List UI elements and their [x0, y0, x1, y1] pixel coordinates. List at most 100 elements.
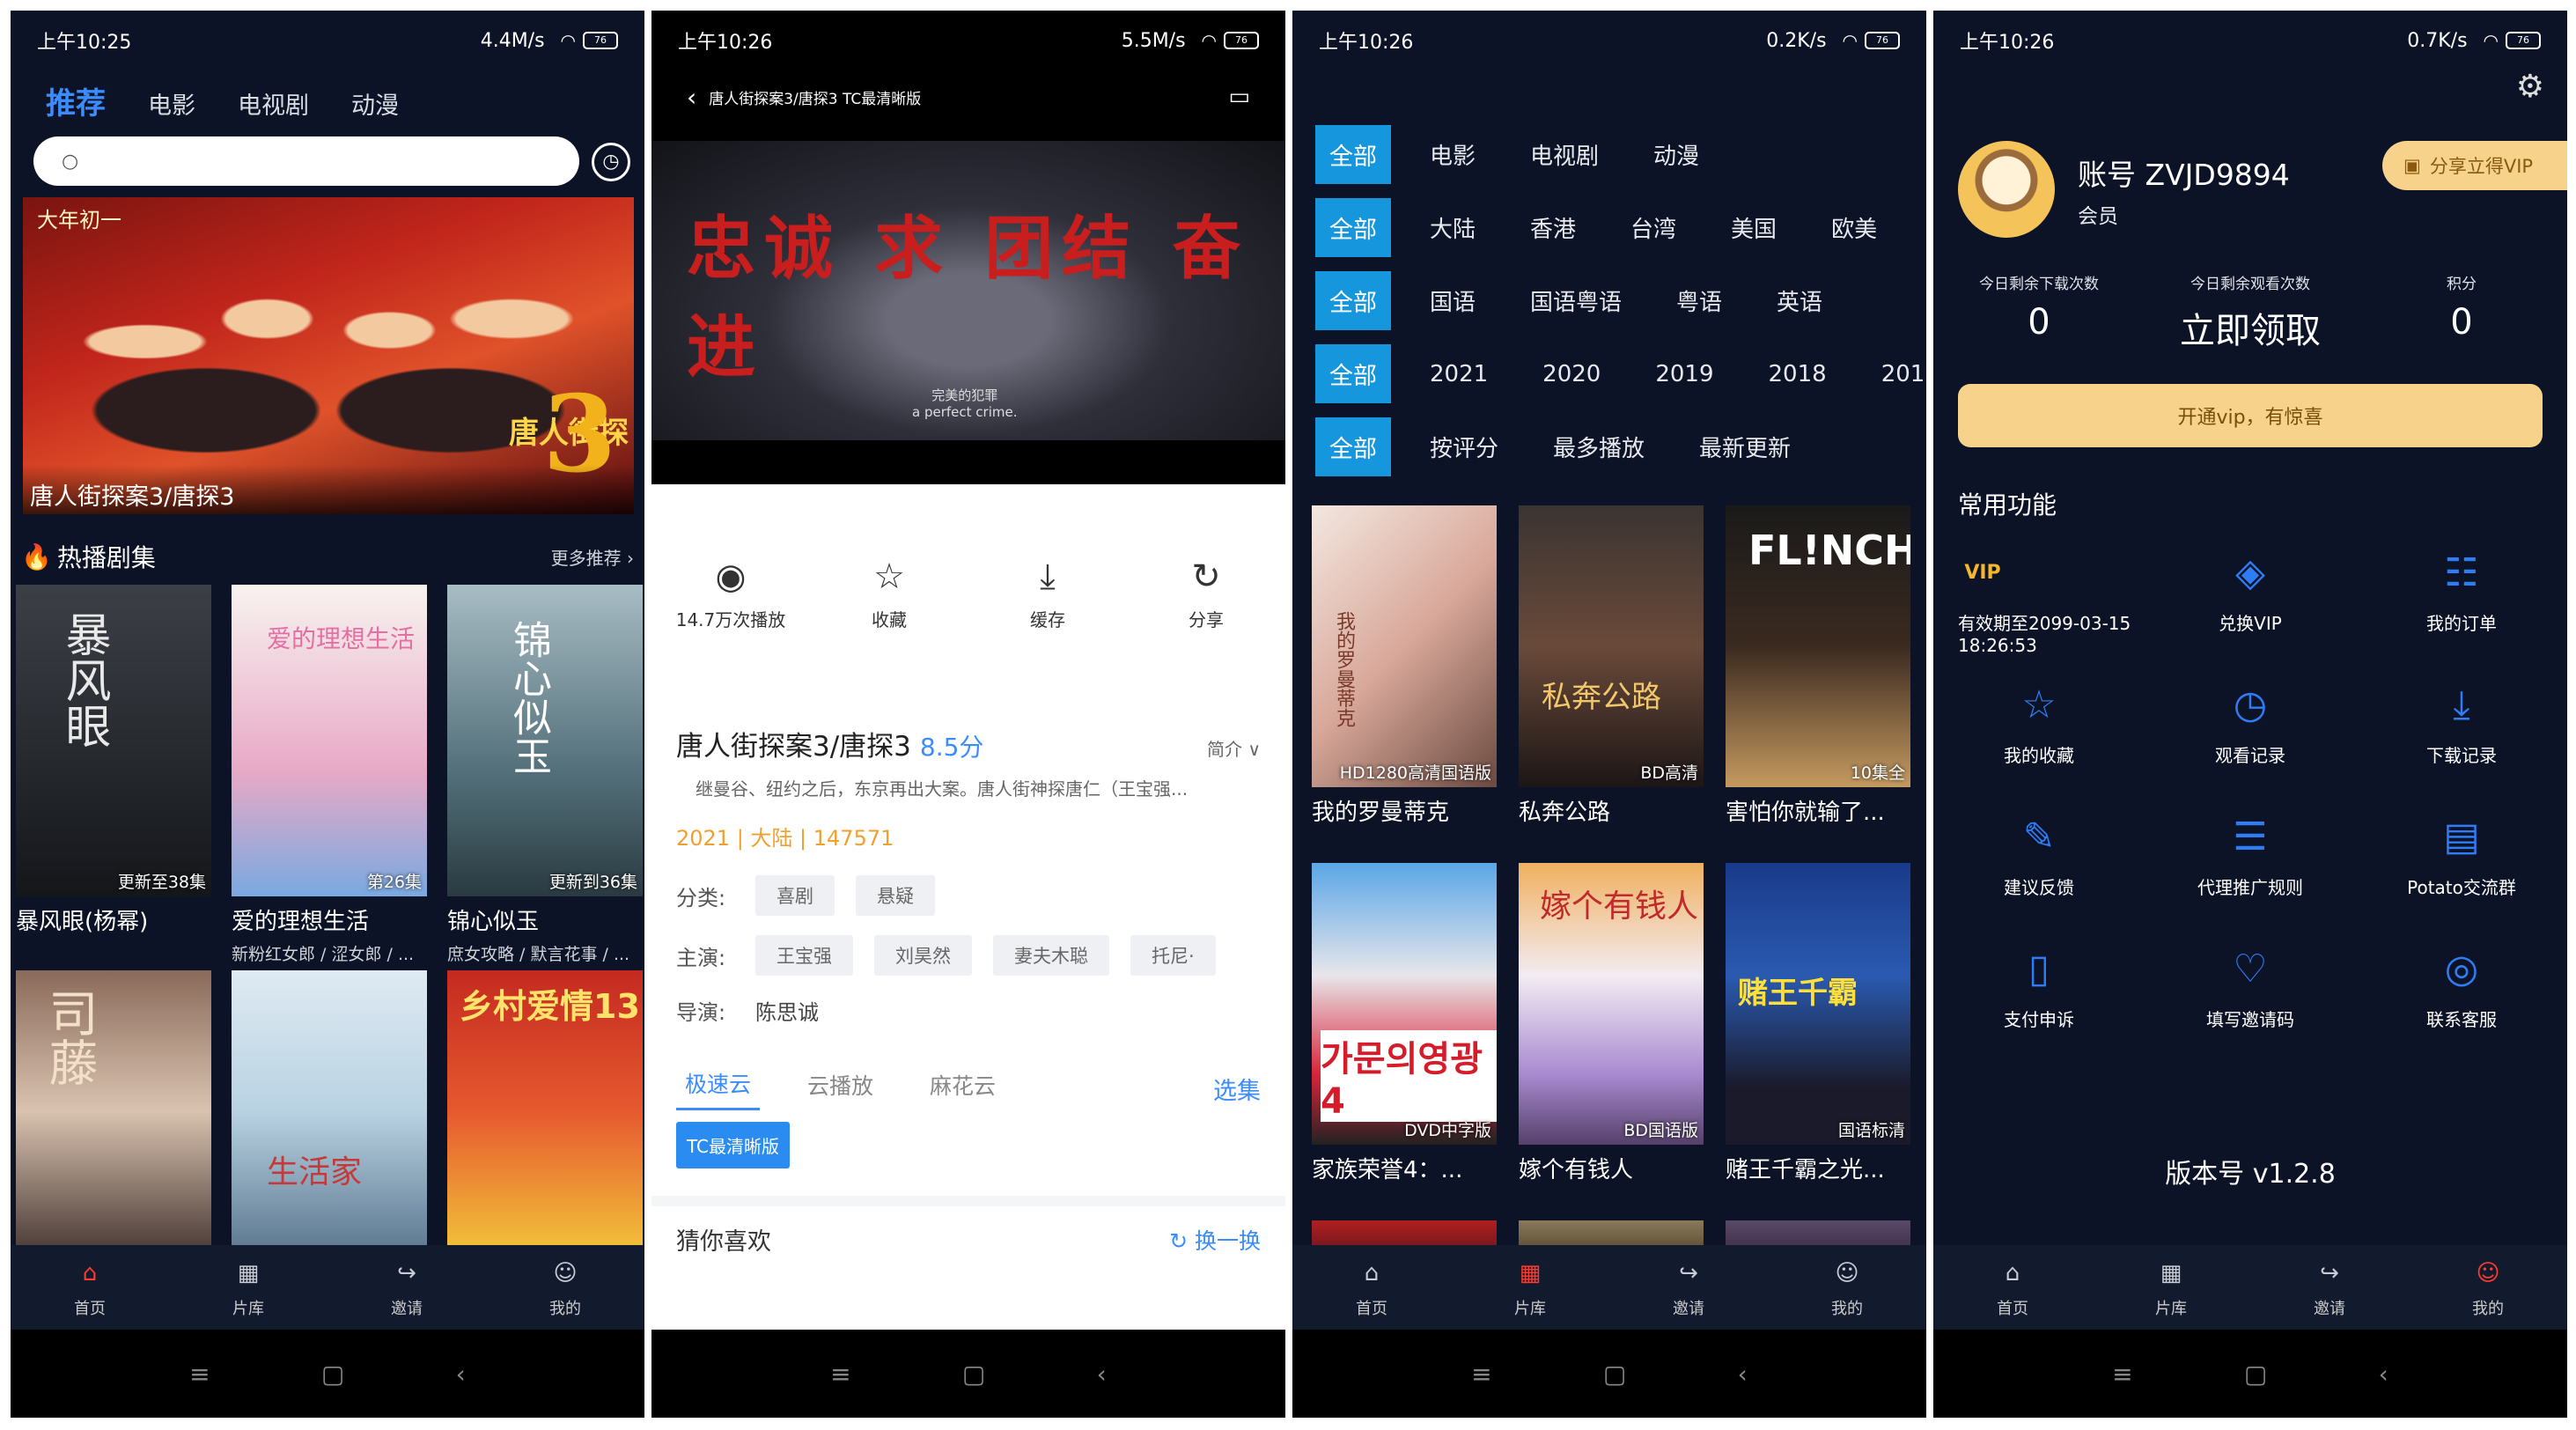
filter-option[interactable]: 电影 — [1430, 138, 1476, 171]
gear-icon[interactable]: ⚙ — [2516, 69, 2544, 105]
share-button[interactable]: ↻ 分享 — [1140, 557, 1272, 631]
cast-chip[interactable]: 托尼· — [1130, 935, 1216, 976]
history-clock-icon[interactable]: ◷ — [592, 143, 630, 181]
menu-icon[interactable]: ≡ — [830, 1360, 850, 1389]
cast-chip[interactable]: 妻夫木聪 — [993, 935, 1109, 976]
watch-history[interactable]: ◷ 观看记录 — [2145, 680, 2356, 812]
filter-option[interactable]: 最多播放 — [1553, 431, 1645, 463]
contact-support[interactable]: ◎ 联系客服 — [2356, 944, 2567, 1076]
filter-all[interactable]: 全部 — [1315, 417, 1391, 476]
agent-rules[interactable]: ☰ 代理推广规则 — [2145, 812, 2356, 944]
filter-option[interactable]: 英语 — [1777, 284, 1822, 317]
filter-all[interactable]: 全部 — [1315, 271, 1391, 330]
poster-card[interactable]: 我的罗曼蒂克 HD1280高清国语版 我的罗曼蒂克 — [1312, 505, 1497, 827]
filter-option[interactable]: 大陆 — [1430, 211, 1476, 244]
category-chip[interactable]: 悬疑 — [856, 875, 935, 916]
menu-icon[interactable]: ≡ — [189, 1360, 210, 1389]
tab-home[interactable]: ⌂ 首页 — [1292, 1245, 1451, 1330]
poster-card[interactable]: 赌王千霸 国语标清 赌王千霸之光... — [1726, 863, 1910, 1184]
filter-option[interactable]: 国语粤语 — [1530, 284, 1622, 317]
intro-toggle[interactable]: 简介 ∨ — [1207, 735, 1261, 761]
poster-card[interactable]: 私奔公路 BD高清 私奔公路 — [1519, 505, 1704, 827]
refresh-button[interactable]: ↻ 换一换 — [1169, 1224, 1261, 1256]
tab-mine[interactable]: ☺ 我的 — [486, 1245, 644, 1330]
filter-option[interactable]: 电视剧 — [1530, 138, 1599, 171]
feedback[interactable]: ✎ 建议反馈 — [1933, 812, 2145, 944]
source-tab[interactable]: 极速云 — [676, 1067, 761, 1110]
tab-recommend[interactable]: 推荐 — [46, 79, 106, 122]
video-player[interactable]: 忠诚 求 团结 奋进 完美的犯罪 a perfect crime. ‹ 唐人街探案… — [651, 70, 1285, 484]
filter-option[interactable]: 2019 — [1655, 361, 1713, 387]
poster-card[interactable]: 锦心似玉 更新到36集 锦心似玉 庶女攻略 / 默言花事 / ... — [447, 585, 643, 965]
featured-banner[interactable]: 大年初一 唐人街探 3 唐人街探案3/唐探3 — [23, 197, 634, 514]
filter-option[interactable]: 2020 — [1542, 361, 1601, 387]
avatar[interactable] — [1958, 141, 2055, 238]
tab-invite[interactable]: ↪ 邀请 — [2250, 1245, 2409, 1330]
my-orders[interactable]: ☷ 我的订单 — [2356, 548, 2567, 680]
home-square-icon[interactable]: ▢ — [1603, 1360, 1626, 1389]
filter-option[interactable]: 国语 — [1430, 284, 1476, 317]
filter-all[interactable]: 全部 — [1315, 198, 1391, 257]
episode-button[interactable]: TC最清晰版 — [676, 1122, 791, 1168]
open-vip-button[interactable]: 开通vip，有惊喜 — [1958, 384, 2543, 447]
filter-option[interactable]: 欧美 — [1831, 211, 1877, 244]
share-vip-button[interactable]: ▣ 分享立得VIP — [2382, 141, 2567, 190]
filter-option[interactable]: 动漫 — [1653, 138, 1699, 171]
filter-option[interactable]: 粤语 — [1676, 284, 1722, 317]
redeem-vip[interactable]: ◈ 兑换VIP — [2145, 548, 2356, 680]
category-chip[interactable]: 喜剧 — [755, 875, 835, 916]
menu-icon[interactable]: ≡ — [2112, 1360, 2132, 1389]
tab-library[interactable]: ▦ 片库 — [1451, 1245, 1609, 1330]
home-square-icon[interactable]: ▢ — [2244, 1360, 2267, 1389]
poster-card[interactable]: 爱的理想生活 第26集 爱的理想生活 新粉红女郎 / 涩女郎 / ... — [232, 585, 427, 965]
tab-invite[interactable]: ↪ 邀请 — [1609, 1245, 1768, 1330]
filter-option[interactable]: 2021 — [1430, 361, 1488, 387]
poster-card[interactable]: 乡村爱情13 — [447, 970, 643, 1252]
poster-card[interactable]: 司藤 — [16, 970, 211, 1252]
tab-home[interactable]: ⌂ 首页 — [11, 1245, 169, 1330]
filter-option[interactable]: 最新更新 — [1699, 431, 1791, 463]
filter-option[interactable]: 按评分 — [1430, 431, 1498, 463]
poster-card[interactable]: 가문의영광4 DVD中字版 家族荣誉4：... — [1312, 863, 1497, 1184]
back-icon[interactable]: ‹ — [2379, 1360, 2388, 1389]
tab-mine[interactable]: ☺ 我的 — [2409, 1245, 2567, 1330]
tab-library[interactable]: ▦ 片库 — [2092, 1245, 2250, 1330]
home-square-icon[interactable]: ▢ — [962, 1360, 985, 1389]
tab-invite[interactable]: ↪ 邀请 — [328, 1245, 486, 1330]
home-square-icon[interactable]: ▢ — [321, 1360, 344, 1389]
invite-code[interactable]: ♡ 填写邀请码 — [2145, 944, 2356, 1076]
tab-movie[interactable]: 电影 — [148, 86, 195, 121]
select-episode-button[interactable]: 选集 — [1213, 1072, 1261, 1106]
poster-card[interactable]: FL!NCH 10集全 害怕你就输了... — [1726, 505, 1910, 827]
favorite-button[interactable]: ☆ 收藏 — [823, 557, 955, 631]
back-icon[interactable]: ‹ — [1097, 1360, 1107, 1389]
download-history[interactable]: ⤓ 下载记录 — [2356, 680, 2567, 812]
tab-mine[interactable]: ☺ 我的 — [1768, 1245, 1926, 1330]
tab-tv[interactable]: 电视剧 — [238, 86, 309, 121]
vip-expiry[interactable]: VIP 有效期至2099-03-15 18:26:53 — [1933, 548, 2145, 680]
filter-option[interactable]: 香港 — [1530, 211, 1576, 244]
cache-button[interactable]: ⤓ 缓存 — [982, 557, 1114, 631]
filter-option[interactable]: 2017 — [1881, 361, 1926, 387]
search-input[interactable]: ○ — [33, 136, 579, 186]
cast-chip[interactable]: 刘昊然 — [874, 935, 972, 976]
filter-option[interactable]: 2018 — [1769, 361, 1827, 387]
my-favorites[interactable]: ☆ 我的收藏 — [1933, 680, 2145, 812]
poster-card[interactable]: 生活家 — [232, 970, 427, 1252]
source-tab[interactable]: 麻花云 — [921, 1069, 1005, 1109]
tab-library[interactable]: ▦ 片库 — [169, 1245, 328, 1330]
poster-card[interactable]: 嫁个有钱人 BD国语版 嫁个有钱人 — [1519, 863, 1704, 1184]
stat-watch[interactable]: 今日剩余观看次数 立即领取 — [2153, 271, 2347, 353]
poster-card[interactable]: 暴风眼 更新至38集 暴风眼(杨幂) — [16, 585, 211, 965]
filter-all[interactable]: 全部 — [1315, 125, 1391, 184]
potato-group[interactable]: ▤ Potato交流群 — [2356, 812, 2567, 944]
filter-option[interactable]: 美国 — [1731, 211, 1777, 244]
filter-all[interactable]: 全部 — [1315, 344, 1391, 403]
payment-complaint[interactable]: ▯ 支付申诉 — [1933, 944, 2145, 1076]
tab-anime[interactable]: 动漫 — [351, 86, 399, 121]
more-recommend-link[interactable]: 更多推荐 › — [551, 544, 634, 570]
menu-icon[interactable]: ≡ — [1471, 1360, 1491, 1389]
source-tab[interactable]: 云播放 — [799, 1069, 882, 1109]
filter-option[interactable]: 台湾 — [1630, 211, 1676, 244]
cast-screen-icon[interactable]: ▭ — [1228, 84, 1250, 110]
